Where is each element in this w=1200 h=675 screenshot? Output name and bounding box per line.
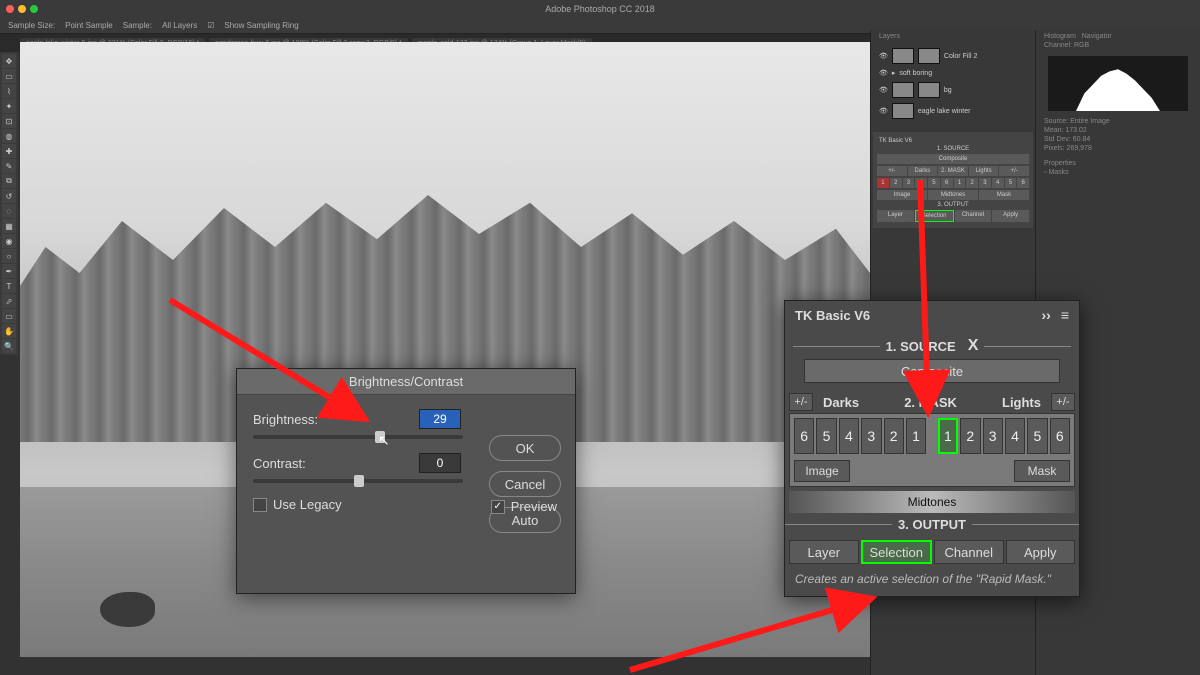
cancel-button[interactable]: Cancel	[489, 471, 561, 497]
stamp-tool[interactable]: ⧉	[2, 174, 16, 188]
menu-icon[interactable]: ≡	[1061, 307, 1069, 323]
output-heading: 3. OUTPUT	[898, 517, 966, 532]
contrast-slider[interactable]	[253, 479, 463, 483]
darks-6[interactable]: 6	[794, 418, 814, 454]
layers-panel: 👁Color Fill 2 👁▸soft boring 👁bg 👁eagle l…	[873, 41, 1033, 126]
preview-checkbox[interactable]: ✓Preview	[491, 499, 557, 514]
shape-tool[interactable]: ▭	[2, 309, 16, 323]
label-sample-size: Sample Size:	[8, 21, 55, 30]
layer-row[interactable]: 👁eagle lake winter	[877, 101, 1029, 121]
layer-row[interactable]: 👁▸soft boring	[877, 67, 1029, 79]
history-tool[interactable]: ↺	[2, 189, 16, 203]
gradient-tool[interactable]: ▦	[2, 219, 16, 233]
tk-panel-mini: TK Basic V6 1. SOURCE Composite +/- Dark…	[873, 132, 1033, 228]
eraser-tool[interactable]: ◌	[2, 204, 16, 218]
app-title: Adobe Photoshop CC 2018	[545, 4, 655, 14]
composite-button[interactable]: Composite	[804, 359, 1060, 383]
dialog-title: Brightness/Contrast	[237, 369, 575, 395]
blur-tool[interactable]: ◉	[2, 234, 16, 248]
darks-4[interactable]: 4	[839, 418, 859, 454]
image-button[interactable]: Image	[794, 460, 850, 482]
label-sample: Sample:	[123, 21, 152, 30]
move-tool[interactable]: ✥	[2, 54, 16, 68]
mask-zone-body: 6 5 4 3 2 1 1 2 3 4 5 6 Image Mask	[789, 413, 1075, 487]
zoom-tool-icon[interactable]: 🔍	[2, 339, 16, 353]
close-icon[interactable]	[6, 5, 14, 13]
mask-heading: 2. MASK	[869, 395, 992, 410]
lights-2[interactable]: 2	[960, 418, 980, 454]
contrast-label: Contrast:	[253, 456, 363, 471]
ok-button[interactable]: OK	[489, 435, 561, 461]
zoom-icon[interactable]	[30, 5, 38, 13]
lasso-tool[interactable]: ⌇	[2, 84, 16, 98]
crop-tool[interactable]: ⊡	[2, 114, 16, 128]
output-apply-button[interactable]: Apply	[1006, 540, 1076, 564]
expand-icon[interactable]: ››	[1042, 307, 1051, 323]
layer-row[interactable]: 👁Color Fill 2	[877, 46, 1029, 66]
hand-tool[interactable]: ✋	[2, 324, 16, 338]
marquee-tool[interactable]: ▭	[2, 69, 16, 83]
lights-4[interactable]: 4	[1005, 418, 1025, 454]
output-selection-button[interactable]: Selection	[861, 540, 933, 564]
brightness-input[interactable]: 29	[419, 409, 461, 429]
contrast-input[interactable]: 0	[419, 453, 461, 473]
pm-left-button[interactable]: +/-	[789, 393, 813, 411]
dropdown-sample-size[interactable]: Point Sample	[65, 21, 113, 30]
window-titlebar: Adobe Photoshop CC 2018	[0, 0, 1200, 18]
tools-panel: ✥ ▭ ⌇ ✦ ⊡ ◍ ✚ ✎ ⧉ ↺ ◌ ▦ ◉ ○ ✒ T ⬀ ▭ ✋ 🔍	[0, 52, 18, 355]
pen-tool[interactable]: ✒	[2, 264, 16, 278]
darks-1[interactable]: 1	[906, 418, 926, 454]
minimize-icon[interactable]	[18, 5, 26, 13]
type-tool[interactable]: T	[2, 279, 16, 293]
image-content-rock	[100, 592, 155, 627]
histogram-display	[1048, 56, 1188, 111]
output-layer-button[interactable]: Layer	[789, 540, 859, 564]
brightness-slider[interactable]	[253, 435, 463, 439]
tk-basic-panel: TK Basic V6 ›› ≡ 1. SOURCE X Composite +/…	[784, 300, 1080, 597]
tk-title: TK Basic V6	[795, 308, 870, 323]
output-tooltip: Creates an active selection of the "Rapi…	[785, 568, 1079, 596]
lights-label: Lights	[996, 395, 1047, 410]
brightness-label: Brightness:	[253, 412, 363, 427]
pm-right-button[interactable]: +/-	[1051, 393, 1075, 411]
lights-3[interactable]: 3	[983, 418, 1003, 454]
lights-5[interactable]: 5	[1027, 418, 1047, 454]
darks-2[interactable]: 2	[884, 418, 904, 454]
midtones-button[interactable]: Midtones	[789, 491, 1075, 513]
output-channel-button[interactable]: Channel	[934, 540, 1004, 564]
layer-row[interactable]: 👁bg	[877, 80, 1029, 100]
heal-tool[interactable]: ✚	[2, 144, 16, 158]
wand-tool[interactable]: ✦	[2, 99, 16, 113]
dodge-tool[interactable]: ○	[2, 249, 16, 263]
brightness-contrast-dialog: Brightness/Contrast Brightness: 29 Contr…	[236, 368, 576, 594]
lights-6[interactable]: 6	[1050, 418, 1070, 454]
mask-button[interactable]: Mask	[1014, 460, 1070, 482]
darks-5[interactable]: 5	[816, 418, 836, 454]
close-icon[interactable]: X	[968, 337, 979, 355]
dropdown-sample[interactable]: All Layers	[162, 21, 197, 30]
path-tool[interactable]: ⬀	[2, 294, 16, 308]
darks-label: Darks	[817, 395, 865, 410]
darks-3[interactable]: 3	[861, 418, 881, 454]
layers-panel-title[interactable]: Layers	[873, 32, 1033, 41]
checkbox-sampling-ring[interactable]: Show Sampling Ring	[224, 21, 298, 30]
lights-1[interactable]: 1	[938, 418, 959, 454]
eyedropper-tool[interactable]: ◍	[2, 129, 16, 143]
source-heading: 1. SOURCE	[886, 339, 956, 354]
brush-tool[interactable]: ✎	[2, 159, 16, 173]
